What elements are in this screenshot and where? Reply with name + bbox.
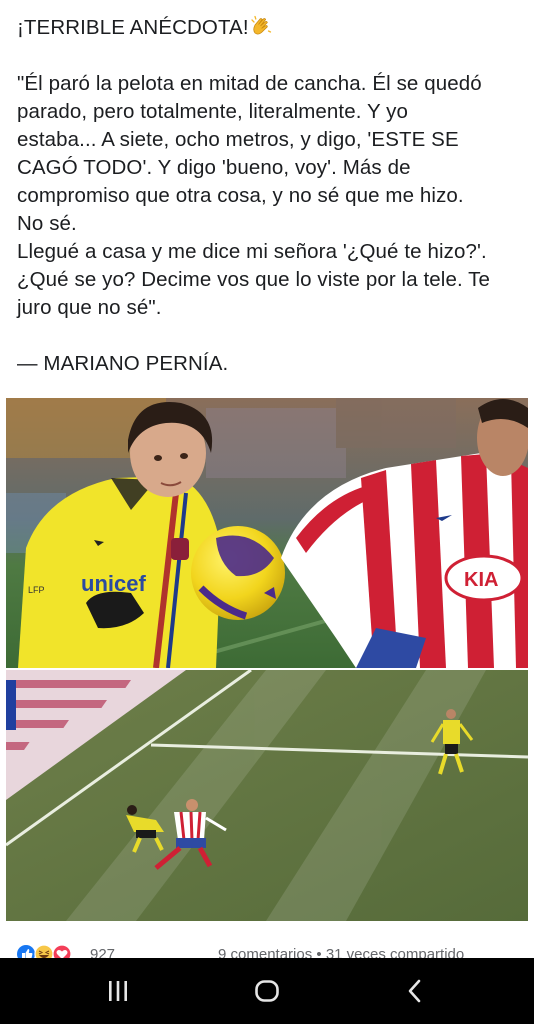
home-icon: [255, 980, 279, 1002]
back-icon: [408, 979, 421, 1003]
home-button[interactable]: [247, 976, 287, 1006]
recent-apps-button[interactable]: [98, 976, 138, 1006]
post-body: ¡TERRIBLE ANÉCDOTA! "Él paró la pelota e…: [17, 14, 522, 378]
post-title: ¡TERRIBLE ANÉCDOTA!: [17, 14, 522, 42]
post-photo-wideshot[interactable]: [6, 670, 528, 921]
svg-text:LFP: LFP: [28, 585, 45, 595]
quote-author: — MARIANO PERNÍA.: [17, 352, 229, 375]
football: [191, 526, 285, 620]
svg-text:KIA: KIA: [464, 569, 498, 591]
quote-line: ¿Qué se yo? Decime vos que lo viste por …: [17, 268, 491, 291]
quote-line: No sé.: [17, 212, 77, 235]
post-photo-closeup[interactable]: unicef LFP KIA: [6, 398, 528, 668]
quote-line: compromiso que otra cosa, y no sé que me…: [17, 184, 464, 207]
system-nav-bar: [0, 958, 534, 1024]
recent-apps-icon: [109, 981, 127, 1001]
reactions-bar: 927 9 comentarios • 31 veces compartido: [0, 938, 534, 960]
back-button[interactable]: [396, 976, 436, 1006]
clapping-hands-icon: [249, 14, 273, 38]
quote-line: estaba... A siete, ocho metros, y digo, …: [17, 128, 459, 151]
quote-line: juro que no sé".: [17, 296, 162, 319]
quote-line: parado, pero totalmente, literalmente. Y…: [17, 100, 408, 123]
quote-line: CAGÓ TODO'. Y digo 'bueno, voy'. Más de: [17, 156, 411, 179]
quote-line: Llegué a casa y me dice mi señora '¿Qué …: [17, 240, 487, 263]
quote-line: "Él paró la pelota en mitad de cancha. É…: [17, 72, 482, 95]
